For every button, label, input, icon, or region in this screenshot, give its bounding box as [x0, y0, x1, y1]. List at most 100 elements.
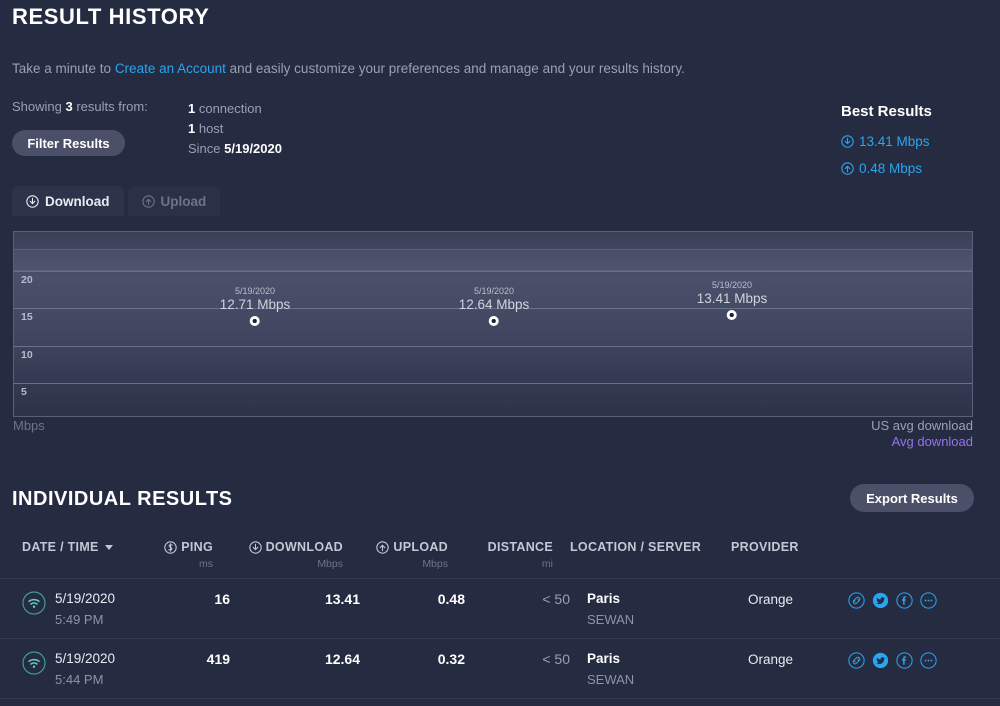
provider-cell: Orange — [748, 591, 848, 609]
export-results-button[interactable]: Export Results — [850, 484, 974, 512]
best-download-value: 13.41 Mbps — [859, 134, 930, 149]
table-header-row: DATE / TIME PING ms DOWNLOAD Mbps UPLOAD… — [0, 533, 1000, 579]
twitter-icon[interactable] — [872, 652, 889, 669]
table-row[interactable]: 5/19/2020 5:44 PM 419 12.64 0.32 < 50 Pa… — [0, 639, 1000, 699]
since-date: 5/19/2020 — [224, 141, 282, 156]
connection-type-cell — [0, 591, 55, 620]
upload-circle-icon — [841, 162, 854, 175]
chart-unit-label: Mbps — [13, 418, 45, 433]
result-date: 5/19/2020 — [55, 591, 116, 606]
results-table: DATE / TIME PING ms DOWNLOAD Mbps UPLOAD… — [0, 533, 1000, 699]
chart-point-1[interactable]: 5/19/2020 12.71 Mbps — [220, 286, 290, 326]
connection-type-cell — [0, 651, 55, 680]
more-icon[interactable] — [920, 652, 937, 669]
showing-summary: Showing 3 results from: — [12, 99, 148, 114]
upload-value: 0.48 — [437, 591, 465, 607]
column-location-server[interactable]: LOCATION / SERVER — [553, 540, 731, 554]
ping-cell: 16 — [160, 591, 230, 609]
download-circle-icon — [841, 135, 854, 148]
upload-circle-icon — [141, 194, 155, 208]
column-download[interactable]: DOWNLOAD Mbps — [213, 540, 343, 570]
chart-point-2[interactable]: 5/19/2020 12.64 Mbps — [459, 286, 529, 326]
row-actions — [848, 591, 1000, 609]
since-line: Since 5/19/2020 — [188, 139, 282, 159]
gridline-10 — [14, 346, 972, 347]
column-date-time-label: DATE / TIME — [22, 540, 99, 554]
result-date: 5/19/2020 — [55, 651, 116, 666]
chart-plot-area: 20 15 10 5 5/19/2020 12.71 Mbps 5/19/202… — [13, 231, 973, 417]
ping-circle-icon — [164, 540, 177, 554]
facebook-icon[interactable] — [896, 592, 913, 609]
wifi-icon — [22, 591, 46, 619]
column-location-label: LOCATION / SERVER — [570, 540, 702, 554]
download-cell: 13.41 — [230, 591, 360, 609]
date-time-cell: 5/19/2020 5:44 PM — [55, 651, 160, 687]
page-title: RESULT HISTORY — [12, 4, 210, 29]
intro-text-before: Take a minute to — [12, 61, 115, 76]
intro-text-after: and easily customize your preferences an… — [225, 61, 685, 76]
tab-upload-label: Upload — [160, 193, 207, 209]
best-download-result: 13.41 Mbps — [841, 134, 930, 149]
facebook-icon[interactable] — [896, 652, 913, 669]
ping-value: 419 — [206, 651, 230, 667]
link-icon[interactable] — [848, 652, 865, 669]
result-history-page: RESULT HISTORY Take a minute to Create a… — [0, 0, 1000, 706]
column-ping-unit: ms — [199, 558, 213, 570]
column-ping[interactable]: PING ms — [143, 540, 213, 570]
column-download-unit: Mbps — [317, 558, 343, 570]
chart-top-band — [14, 249, 972, 271]
tab-download[interactable]: Download — [12, 186, 124, 216]
host-label: host — [195, 121, 224, 136]
upload-value: 0.32 — [437, 651, 465, 667]
column-upload[interactable]: UPLOAD Mbps — [343, 540, 448, 570]
chart-point-date: 5/19/2020 — [473, 286, 515, 296]
legend-us-avg-download: US avg download — [871, 418, 973, 433]
best-results-heading: Best Results — [841, 103, 932, 120]
download-cell: 12.64 — [230, 651, 360, 669]
filter-results-button[interactable]: Filter Results — [12, 130, 125, 156]
provider-value: Orange — [748, 652, 794, 667]
speed-history-chart[interactable]: 20 15 10 5 5/19/2020 12.71 Mbps 5/19/202… — [13, 231, 973, 417]
ping-value: 16 — [214, 591, 230, 607]
column-date-time[interactable]: DATE / TIME — [0, 540, 143, 554]
download-circle-icon — [248, 540, 262, 554]
chart-point-marker[interactable] — [726, 310, 737, 320]
filter-summary: 1 connection 1 host Since 5/19/2020 — [188, 99, 282, 159]
legend-avg-download[interactable]: Avg download — [871, 434, 973, 450]
chart-point-marker[interactable] — [249, 316, 260, 326]
showing-count: 3 — [65, 99, 73, 114]
tab-upload[interactable]: Upload — [127, 186, 221, 216]
since-label: Since — [188, 141, 225, 156]
column-distance[interactable]: DISTANCE mi — [448, 540, 553, 570]
result-time: 5:44 PM — [55, 672, 104, 687]
result-time: 5:49 PM — [55, 612, 104, 627]
ytick-label-15: 15 — [21, 311, 33, 323]
column-distance-label: DISTANCE — [487, 540, 553, 554]
host-count-line: 1 host — [188, 119, 282, 139]
chart-point-marker[interactable] — [488, 316, 499, 326]
best-upload-value: 0.48 Mbps — [859, 161, 923, 176]
chart-point-3[interactable]: 5/19/2020 13.41 Mbps — [697, 280, 767, 320]
distance-cell: < 50 — [465, 651, 570, 669]
gridline-5 — [14, 383, 972, 384]
chart-legend: US avg download Avg download — [871, 418, 973, 450]
showing-suffix: results from: — [72, 99, 148, 114]
column-upload-label: UPLOAD — [393, 540, 448, 554]
chart-point-date: 5/19/2020 — [234, 286, 276, 296]
chart-tabs: Download Upload — [12, 186, 221, 216]
twitter-icon[interactable] — [872, 592, 889, 609]
create-account-link[interactable]: Create an Account — [115, 61, 226, 76]
location-value: Paris — [587, 591, 621, 606]
link-icon[interactable] — [848, 592, 865, 609]
location-server-cell: Paris SEWAN — [570, 591, 748, 627]
more-icon[interactable] — [920, 592, 937, 609]
row-actions — [848, 651, 1000, 669]
table-row[interactable]: 5/19/2020 5:49 PM 16 13.41 0.48 < 50 Par… — [0, 579, 1000, 639]
column-provider[interactable]: PROVIDER — [731, 540, 831, 554]
download-circle-icon — [26, 194, 39, 208]
download-value: 12.64 — [324, 651, 360, 667]
sort-desc-caret-icon[interactable] — [104, 544, 113, 550]
ytick-label-5: 5 — [21, 386, 27, 398]
distance-value: < 50 — [542, 591, 570, 607]
wifi-icon — [22, 651, 46, 679]
